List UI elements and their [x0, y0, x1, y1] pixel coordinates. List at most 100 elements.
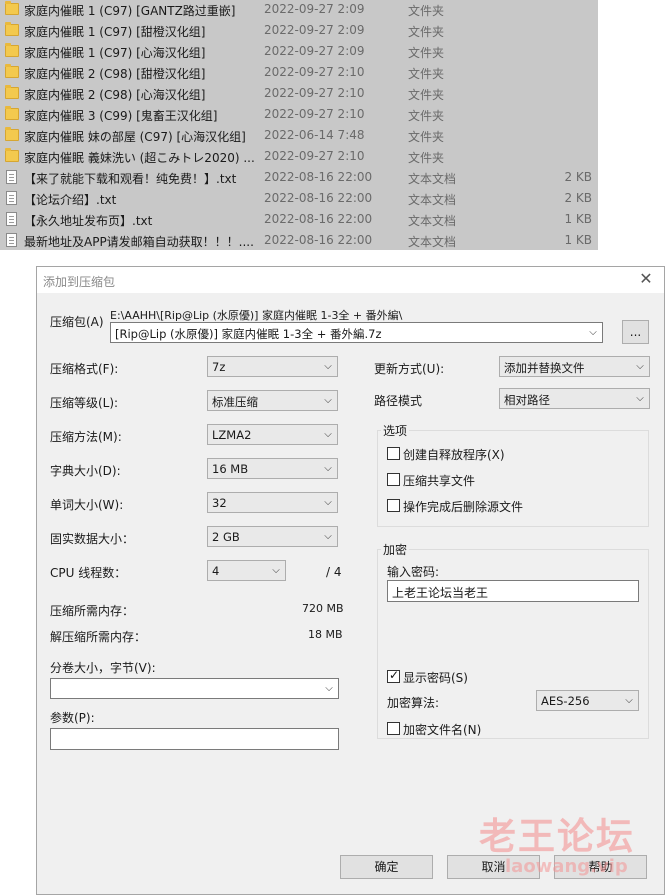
- folder-icon: [5, 85, 19, 99]
- file-row[interactable]: 家庭内催眠 義妹洗い (超こみトレ2020) ... 2022-09-27 2:1…: [0, 146, 598, 167]
- file-date: 2022-08-16 22:00: [264, 170, 373, 184]
- path-mode-label: 路径模式: [374, 394, 423, 408]
- file-name: 【来了就能下载和观看！纯免费！】.txt: [24, 172, 237, 186]
- shared-checkbox[interactable]: [387, 473, 400, 486]
- file-date: 2022-08-16 22:00: [264, 233, 373, 247]
- enc-method-label: 加密算法:: [387, 696, 440, 710]
- file-size: 2 KB: [564, 170, 592, 184]
- params-input[interactable]: [50, 728, 339, 750]
- path-mode-value: 相对路径: [504, 393, 550, 407]
- update-select[interactable]: 添加并替换文件 ⌵: [499, 356, 650, 377]
- encrypt-names-checkbox[interactable]: [387, 722, 400, 735]
- file-size: 1 KB: [564, 233, 592, 247]
- path-mode-select[interactable]: 相对路径 ⌵: [499, 388, 650, 409]
- file-date: 2022-09-27 2:10: [264, 86, 365, 100]
- file-row[interactable]: 家庭内催眠 2 (C98) [甜橙汉化组] 2022-09-27 2:10 文件夹: [0, 62, 598, 83]
- enc-method-select[interactable]: AES-256 ⌵: [536, 690, 639, 711]
- word-label: 单词大小(W):: [50, 498, 124, 512]
- delete-checkbox[interactable]: [387, 499, 400, 512]
- file-type: 文件夹: [408, 151, 445, 165]
- file-type: 文件夹: [408, 109, 445, 123]
- password-input[interactable]: 上老王论坛当老王: [387, 580, 639, 602]
- mem-compress-label: 压缩所需内存：: [50, 604, 135, 618]
- enc-method-value: AES-256: [541, 694, 590, 708]
- archive-name-combo[interactable]: [Rip@Lip (水原優)] 家庭内催眠 1-3全 + 番外編.7z ⌵: [110, 322, 603, 343]
- sfx-label[interactable]: 创建自释放程序(X): [403, 446, 505, 463]
- folder-icon: [5, 22, 19, 36]
- txt-file-icon: [6, 212, 17, 226]
- chevron-down-icon: ⌵: [325, 683, 333, 694]
- delete-label[interactable]: 操作完成后删除源文件: [403, 498, 523, 515]
- chevron-down-icon: ⌵: [324, 361, 332, 372]
- txt-file-icon: [6, 191, 17, 205]
- file-row[interactable]: 家庭内催眠 1 (C97) [甜橙汉化组] 2022-09-27 2:09 文件夹: [0, 20, 598, 41]
- method-select[interactable]: LZMA2 ⌵: [207, 424, 338, 445]
- watermark-url: laowang.vip: [505, 856, 628, 877]
- shared-label[interactable]: 压缩共享文件: [403, 472, 475, 489]
- file-row[interactable]: 最新地址及APP请发邮箱自动获取！！！.... 2022-08-16 22:00 文…: [0, 230, 598, 251]
- file-name: 家庭内催眠 妹の部屋 (C97) [心海汉化组]: [24, 130, 246, 144]
- update-label: 更新方式(U):: [374, 362, 445, 376]
- file-row[interactable]: 【来了就能下载和观看！纯免费！】.txt 2022-08-16 22:00 文本文档…: [0, 167, 598, 188]
- password-value: 上老王论坛当老王: [392, 586, 489, 600]
- dialog-titlebar[interactable]: 添加到压缩包 ✕: [37, 267, 664, 293]
- password-label: 输入密码:: [387, 565, 440, 579]
- file-row[interactable]: 家庭内催眠 妹の部屋 (C97) [心海汉化组] 2022-06-14 7:48 文…: [0, 125, 598, 146]
- close-icon[interactable]: ✕: [636, 269, 656, 289]
- dict-select[interactable]: 16 MB ⌵: [207, 458, 338, 479]
- level-label: 压缩等级(L):: [50, 396, 119, 410]
- show-password-checkbox[interactable]: [387, 668, 400, 683]
- volume-combo[interactable]: ⌵: [50, 678, 339, 699]
- solid-select[interactable]: 2 GB ⌵: [207, 526, 338, 547]
- chevron-down-icon: ⌵: [324, 531, 332, 542]
- dict-label: 字典大小(D):: [50, 464, 121, 478]
- folder-icon: [5, 64, 19, 78]
- file-row[interactable]: 家庭内催眠 1 (C97) [心海汉化组] 2022-09-27 2:09 文件夹: [0, 41, 598, 62]
- watermark-logo: 老王论坛: [479, 815, 635, 858]
- file-row[interactable]: 家庭内催眠 2 (C98) [心海汉化组] 2022-09-27 2:10 文件夹: [0, 83, 598, 104]
- file-name: 家庭内催眠 1 (C97) [GANTZ路过重嵌]: [24, 4, 236, 18]
- cpu-total: / 4: [326, 565, 342, 579]
- file-type: 文件夹: [408, 130, 445, 144]
- txt-file-icon: [6, 170, 17, 184]
- word-select[interactable]: 32 ⌵: [207, 492, 338, 513]
- show-password-label[interactable]: 显示密码(S): [403, 669, 468, 686]
- format-select[interactable]: 7z ⌵: [207, 356, 338, 377]
- volume-label: 分卷大小，字节(V):: [50, 661, 156, 675]
- file-date: 2022-09-27 2:10: [264, 107, 365, 121]
- dialog-title: 添加到压缩包: [43, 275, 116, 289]
- format-value: 7z: [212, 360, 226, 374]
- file-date: 2022-09-27 2:09: [264, 44, 365, 58]
- dict-value: 16 MB: [212, 462, 249, 476]
- encrypt-names-label[interactable]: 加密文件名(N): [403, 721, 481, 738]
- cpu-label: CPU 线程数：: [50, 566, 127, 580]
- file-size: 1 KB: [564, 212, 592, 226]
- word-value: 32: [212, 496, 227, 510]
- ok-button[interactable]: 确定: [340, 855, 433, 879]
- params-label: 参数(P):: [50, 711, 95, 725]
- chevron-down-icon: ⌵: [324, 429, 332, 440]
- file-row[interactable]: 【论坛介绍】.txt 2022-08-16 22:00 文本文档 2 KB: [0, 188, 598, 209]
- cpu-select[interactable]: 4 ⌵: [207, 560, 286, 581]
- file-type: 文件夹: [408, 88, 445, 102]
- file-date: 2022-06-14 7:48: [264, 128, 365, 142]
- file-date: 2022-09-27 2:10: [264, 149, 365, 163]
- level-value: 标准压缩: [212, 395, 258, 409]
- sfx-checkbox[interactable]: [387, 447, 400, 460]
- chevron-down-icon: ⌵: [589, 327, 597, 338]
- file-type: 文本文档: [408, 193, 457, 207]
- file-name: 【永久地址发布页】.txt: [24, 214, 153, 228]
- file-row[interactable]: 家庭内催眠 1 (C97) [GANTZ路过重嵌] 2022-09-27 2:09…: [0, 0, 598, 20]
- encryption-title: 加密: [381, 541, 410, 558]
- folder-icon: [5, 127, 19, 141]
- mem-compress-value: 720 MB: [302, 602, 344, 615]
- browse-button[interactable]: ...: [622, 320, 649, 344]
- archive-name-value: [Rip@Lip (水原優)] 家庭内催眠 1-3全 + 番外編.7z: [115, 327, 382, 341]
- chevron-down-icon: ⌵: [625, 695, 633, 706]
- file-row[interactable]: 家庭内催眠 3 (C99) [鬼畜王汉化组] 2022-09-27 2:10 文件夹: [0, 104, 598, 125]
- folder-icon: [5, 1, 19, 15]
- file-date: 2022-08-16 22:00: [264, 212, 373, 226]
- folder-icon: [5, 43, 19, 57]
- file-row[interactable]: 【永久地址发布页】.txt 2022-08-16 22:00 文本文档 1 KB: [0, 209, 598, 230]
- level-select[interactable]: 标准压缩 ⌵: [207, 390, 338, 411]
